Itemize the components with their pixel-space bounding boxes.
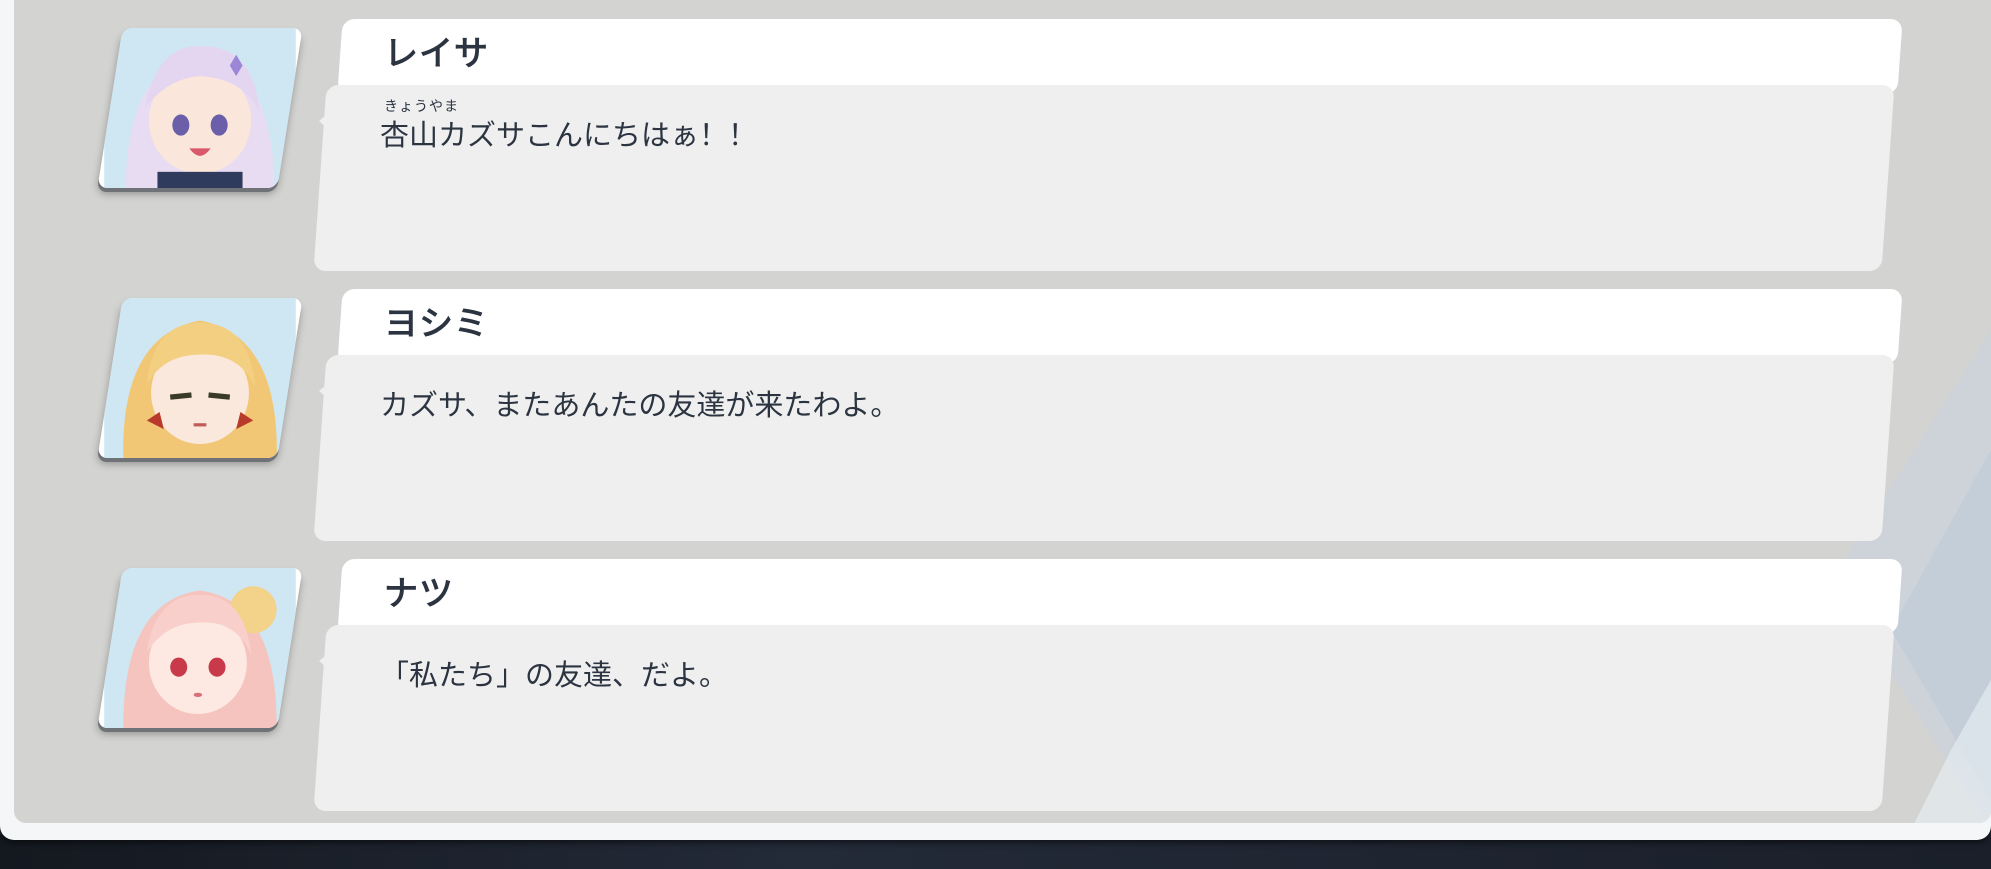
dialogue-log-panel[interactable]: レイサ きょうやま 杏山カズサこんにちはぁ！！ ヨシミ カズサ、またあんたの友達… <box>0 0 1991 840</box>
message-text: きょうやま杏山カズサこんにちはぁ！！ <box>380 99 758 154</box>
name-plate <box>337 289 1903 364</box>
yoshimi-portrait-icon <box>97 298 303 458</box>
name-plate <box>337 559 1903 634</box>
dialogue-entry[interactable]: ヨシミ カズサ、またあんたの友達が来たわよ。 <box>14 270 1991 541</box>
message-text-rest: カズサこんにちはぁ！！ <box>438 118 758 152</box>
ruby-group: きょうやま杏山 <box>380 99 458 154</box>
name-plate <box>337 19 1903 94</box>
speaker-name: レイサ <box>384 34 489 74</box>
background-strip <box>0 835 1991 869</box>
reisa-portrait-icon <box>97 28 303 188</box>
message-text: カズサ、またあんたの友達が来たわよ。 <box>380 388 900 422</box>
message-text: 「私たち」の友達、だよ。 <box>380 658 729 692</box>
speaker-name: ヨシミ <box>384 304 489 344</box>
dialogue-entry[interactable]: レイサ きょうやま杏山カズサこんにちはぁ！！ <box>14 0 1991 271</box>
speaker-name: ナツ <box>384 574 454 614</box>
ruby-reading: きょうやま <box>384 99 459 115</box>
natsu-portrait-icon <box>97 568 303 728</box>
dialogue-log-list[interactable]: レイサ きょうやま 杏山カズサこんにちはぁ！！ ヨシミ カズサ、またあんたの友達… <box>14 0 1991 823</box>
ruby-base: 杏山 <box>380 118 439 152</box>
dialogue-entry[interactable]: ナツ 「私たち」の友達、だよ。 <box>14 540 1991 811</box>
